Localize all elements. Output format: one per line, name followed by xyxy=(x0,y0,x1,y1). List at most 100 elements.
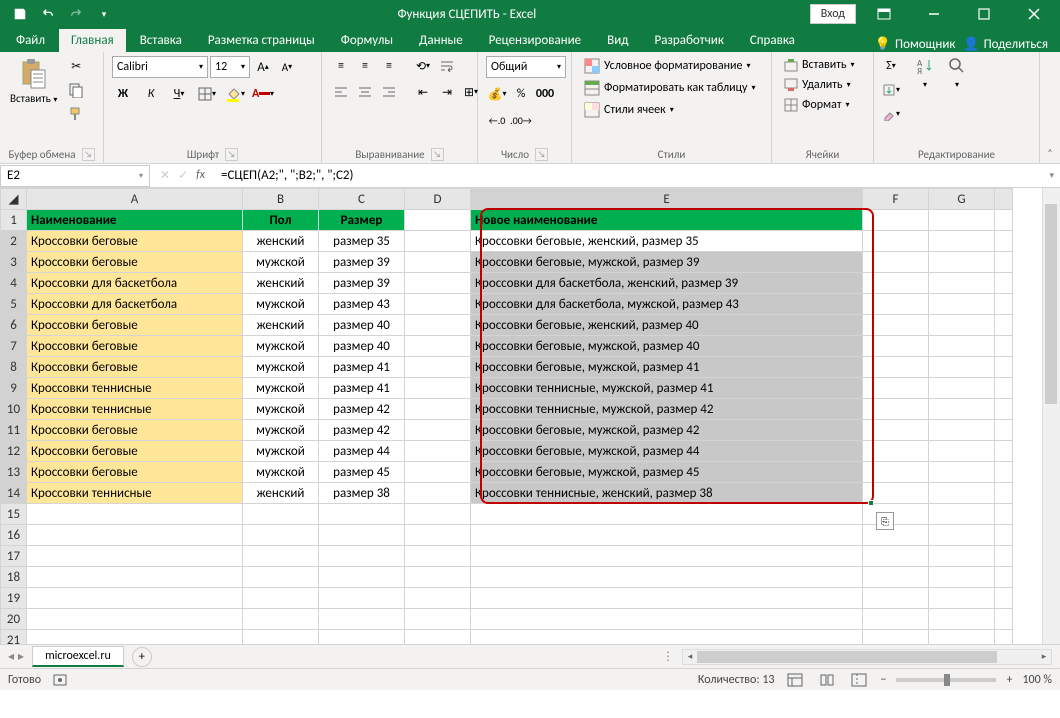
col-header[interactable]: F xyxy=(863,189,929,210)
cell[interactable] xyxy=(929,504,995,525)
col-header[interactable]: E xyxy=(471,189,863,210)
cell[interactable] xyxy=(27,525,243,546)
cell[interactable] xyxy=(863,357,929,378)
page-layout-view-icon[interactable] xyxy=(816,671,838,689)
row-header[interactable]: 4 xyxy=(1,273,27,294)
cell[interactable] xyxy=(471,588,863,609)
col-header[interactable]: A xyxy=(27,189,243,210)
cell[interactable] xyxy=(863,315,929,336)
font-size-select[interactable]: 12▾ xyxy=(210,56,250,78)
cell[interactable] xyxy=(243,546,319,567)
cell[interactable] xyxy=(929,588,995,609)
tab-review[interactable]: Рецензирование xyxy=(477,29,593,52)
format-as-table-button[interactable]: Форматировать как таблицу▾ xyxy=(580,78,760,98)
cell[interactable] xyxy=(319,588,405,609)
name-box[interactable]: E2▾ xyxy=(0,165,150,187)
cell[interactable] xyxy=(471,630,863,645)
cell[interactable] xyxy=(929,336,995,357)
cell[interactable]: Кроссовки беговые xyxy=(27,231,243,252)
cell[interactable] xyxy=(863,336,929,357)
cell[interactable] xyxy=(863,504,929,525)
row-header[interactable]: 6 xyxy=(1,315,27,336)
cell[interactable] xyxy=(929,462,995,483)
clear-icon[interactable]: ▾ xyxy=(882,104,900,124)
row-header[interactable]: 1 xyxy=(1,210,27,231)
cell[interactable]: Кроссовки для баскетбола, мужской, разме… xyxy=(471,294,863,315)
zoom-level[interactable]: 100 % xyxy=(1022,673,1052,687)
cell[interactable] xyxy=(405,462,471,483)
col-header[interactable]: G xyxy=(929,189,995,210)
cell[interactable]: женский xyxy=(243,273,319,294)
cell[interactable] xyxy=(863,231,929,252)
increase-decimal-icon[interactable]: ←.0 xyxy=(486,110,508,130)
delete-cells-button[interactable]: Удалить ▾ xyxy=(780,76,855,94)
fx-icon[interactable]: fx xyxy=(196,168,205,183)
cell[interactable] xyxy=(405,294,471,315)
font-color-icon[interactable]: А▾ xyxy=(252,84,274,104)
row-header[interactable]: 21 xyxy=(1,630,27,645)
cell[interactable] xyxy=(243,609,319,630)
qat-customize-icon[interactable]: ▾ xyxy=(92,3,116,25)
cell[interactable]: размер 42 xyxy=(319,399,405,420)
cell[interactable]: Кроссовки беговые, мужской, размер 44 xyxy=(471,441,863,462)
cell[interactable]: Размер xyxy=(319,210,405,231)
save-icon[interactable] xyxy=(8,3,32,25)
align-center-icon[interactable] xyxy=(354,82,376,102)
expand-formula-icon[interactable]: ▾ xyxy=(1043,170,1060,181)
cell[interactable] xyxy=(471,525,863,546)
cell-styles-button[interactable]: Стили ячеек▾ xyxy=(580,100,678,120)
cell[interactable] xyxy=(27,546,243,567)
tab-file[interactable]: Файл xyxy=(4,29,57,52)
sheet-nav-prev-icon[interactable]: ◂ xyxy=(8,649,14,664)
cell[interactable]: Кроссовки беговые xyxy=(27,336,243,357)
decrease-font-icon[interactable]: A▾ xyxy=(276,57,298,77)
decrease-decimal-icon[interactable]: .00→ xyxy=(510,110,532,130)
bold-icon[interactable]: Ж xyxy=(112,84,134,104)
align-left-icon[interactable] xyxy=(330,82,352,102)
horizontal-scrollbar[interactable]: ◂ ▸ xyxy=(682,649,1052,665)
cell[interactable]: женский xyxy=(243,231,319,252)
cell[interactable]: мужской xyxy=(243,462,319,483)
cell[interactable] xyxy=(405,420,471,441)
cell[interactable] xyxy=(929,252,995,273)
cell[interactable]: Кроссовки для баскетбола, женский, разме… xyxy=(471,273,863,294)
cell[interactable] xyxy=(863,210,929,231)
align-middle-icon[interactable]: ≡ xyxy=(354,56,376,76)
decrease-indent-icon[interactable]: ⇤ xyxy=(412,82,434,102)
increase-font-icon[interactable]: A▴ xyxy=(252,57,274,77)
cell[interactable] xyxy=(405,210,471,231)
cell[interactable] xyxy=(405,357,471,378)
cell[interactable] xyxy=(929,630,995,645)
cell[interactable] xyxy=(405,273,471,294)
cell[interactable] xyxy=(243,630,319,645)
cell[interactable]: размер 35 xyxy=(319,231,405,252)
cell[interactable] xyxy=(319,525,405,546)
cell[interactable]: Кроссовки теннисные xyxy=(27,399,243,420)
cell[interactable] xyxy=(863,420,929,441)
row-header[interactable]: 3 xyxy=(1,252,27,273)
zoom-slider[interactable] xyxy=(896,678,996,682)
cell[interactable] xyxy=(405,252,471,273)
cell[interactable] xyxy=(27,630,243,645)
row-header[interactable]: 8 xyxy=(1,357,27,378)
align-top-icon[interactable]: ≡ xyxy=(330,56,352,76)
cell[interactable]: Кроссовки беговые, мужской, размер 42 xyxy=(471,420,863,441)
cell[interactable] xyxy=(929,567,995,588)
cell[interactable]: Кроссовки беговые xyxy=(27,420,243,441)
cell[interactable]: Кроссовки беговые xyxy=(27,252,243,273)
cell[interactable]: размер 39 xyxy=(319,273,405,294)
cell[interactable]: мужской xyxy=(243,441,319,462)
share-button[interactable]: 👤Поделиться xyxy=(963,37,1048,52)
cell[interactable] xyxy=(405,525,471,546)
cell[interactable] xyxy=(243,567,319,588)
cell[interactable] xyxy=(27,588,243,609)
cell[interactable] xyxy=(405,315,471,336)
row-header[interactable]: 19 xyxy=(1,588,27,609)
align-right-icon[interactable] xyxy=(378,82,400,102)
cell[interactable] xyxy=(929,609,995,630)
tab-home[interactable]: Главная xyxy=(59,29,126,52)
number-format-select[interactable]: Общий▾ xyxy=(486,56,566,78)
row-header[interactable]: 15 xyxy=(1,504,27,525)
tab-developer[interactable]: Разработчик xyxy=(642,29,735,52)
cell[interactable] xyxy=(405,441,471,462)
